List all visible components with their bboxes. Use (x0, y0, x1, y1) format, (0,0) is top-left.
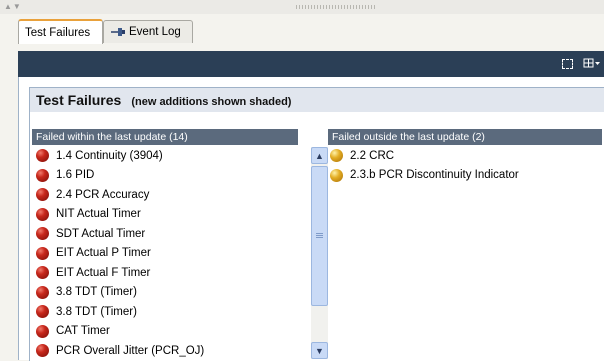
panel-content: Test Failures (new additions shown shade… (29, 87, 604, 361)
failure-status-red-icon (36, 305, 49, 319)
failure-status-red-icon (36, 149, 49, 163)
test-failures-panel: Test Failures (new additions shown shade… (18, 77, 604, 361)
tab-label: Event Log (129, 26, 181, 38)
pin-icon (110, 26, 126, 38)
list-item-label: EIT Actual P Timer (56, 247, 151, 260)
list-item[interactable]: CAT Timer (36, 322, 306, 342)
scroll-up-button[interactable]: ▲ (311, 147, 328, 164)
list-item[interactable]: EIT Actual P Timer (36, 244, 306, 264)
list-item[interactable]: 3.8 TDT (Timer) (36, 302, 306, 322)
failure-status-red-icon (36, 266, 49, 280)
scroll-down-button[interactable]: ▼ (311, 342, 328, 359)
list-item-label: 1.6 PID (56, 169, 95, 182)
list-item-label: 3.8 TDT (Timer) (56, 305, 137, 318)
failure-status-red-icon (36, 227, 49, 241)
list-item[interactable]: 1.6 PID (36, 166, 306, 186)
list-item-label: CAT Timer (56, 325, 110, 338)
failure-status-yellow-icon (330, 149, 343, 163)
panel-subtitle: (new additions shown shaded) (131, 96, 292, 108)
tab-label: Test Failures (25, 26, 91, 39)
list-item[interactable]: EIT Actual F Timer (36, 263, 306, 283)
failure-status-red-icon (36, 246, 49, 260)
panel-title: Test Failures (36, 92, 122, 108)
list-item-label: 3.8 TDT (Timer) (56, 286, 137, 299)
tab-bar: Test Failures Event Log (0, 14, 604, 44)
failure-status-red-icon (36, 168, 49, 182)
failed-within-list: 1.4 Continuity (3904) 1.6 PID 2.4 PCR Accu… (36, 146, 306, 361)
select-region-icon[interactable] (562, 59, 573, 69)
list-item-label: 2.2 CRC (350, 149, 395, 162)
list-item-label: 1.4 Continuity (3904) (56, 149, 163, 162)
left-list-scrollbar[interactable]: ▲ ▼ (311, 147, 328, 359)
tab-event-log[interactable]: Event Log (103, 20, 193, 43)
panel-header: Test Failures (new additions shown shade… (30, 88, 604, 112)
failure-status-red-icon (36, 285, 49, 299)
tab-test-failures[interactable]: Test Failures (18, 19, 103, 44)
list-item[interactable]: SDT Actual Timer (36, 224, 306, 244)
failure-status-red-icon (36, 188, 49, 202)
right-column-header: Failed outside the last update (2) (328, 129, 602, 145)
list-item-label: SDT Actual Timer (56, 227, 146, 240)
window-top-strip: ▲▼ (0, 0, 604, 15)
failure-status-red-icon (36, 344, 49, 358)
list-item[interactable]: 3.8 TDT (Timer) (36, 283, 306, 303)
failure-status-yellow-icon (330, 168, 343, 182)
list-item-label: PCR Overall Jitter (PCR_OJ) (56, 344, 205, 357)
left-column-header: Failed within the last update (14) (32, 129, 298, 145)
list-item[interactable]: 2.2 CRC (330, 146, 600, 166)
failure-status-red-icon (36, 207, 49, 221)
view-menu-icon[interactable] (583, 57, 601, 72)
list-item[interactable]: 1.4 Continuity (3904) (36, 146, 306, 166)
failed-outside-list: 2.2 CRC 2.3.b PCR Discontinuity Indicator (330, 146, 600, 185)
view-toolbar (18, 51, 604, 77)
failure-status-red-icon (36, 324, 49, 338)
list-item[interactable]: 2.3.b PCR Discontinuity Indicator (330, 166, 600, 186)
list-item-label: EIT Actual F Timer (56, 266, 151, 279)
thumb-grip-icon (316, 233, 323, 239)
scroll-thumb[interactable] (311, 166, 328, 306)
list-item[interactable]: NIT Actual Timer (36, 205, 306, 225)
list-item-label: 2.4 PCR Accuracy (56, 188, 150, 201)
list-item-label: 2.3.b PCR Discontinuity Indicator (350, 169, 519, 182)
resize-grip[interactable] (296, 5, 376, 9)
list-item[interactable]: PCR Overall Jitter (PCR_OJ) (36, 341, 306, 361)
list-item-label: NIT Actual Timer (56, 208, 141, 221)
collapse-arrows-icon[interactable]: ▲▼ (4, 2, 22, 11)
list-item[interactable]: 2.4 PCR Accuracy (36, 185, 306, 205)
